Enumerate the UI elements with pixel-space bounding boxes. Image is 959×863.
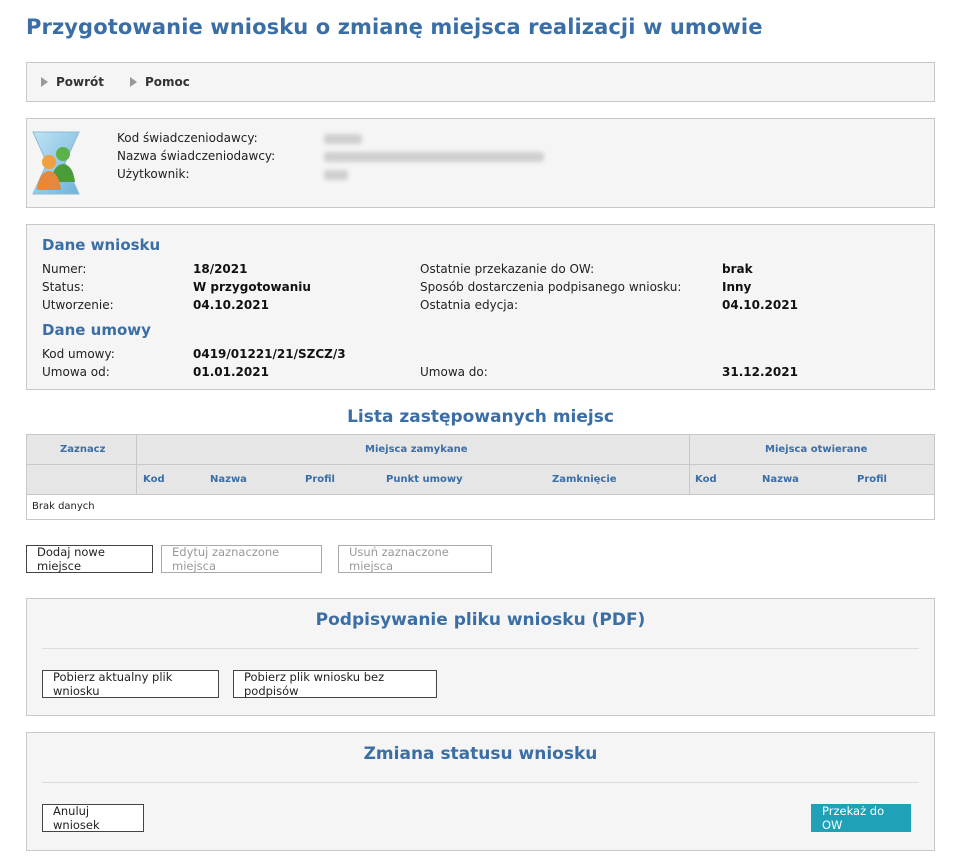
help-link-label: Pomoc xyxy=(145,75,190,89)
table-header-columns: Kod Nazwa Profil Punkt umowy Zamknięcie … xyxy=(27,465,934,495)
last-transfer-label: Ostatnie przekazanie do OW: xyxy=(420,262,595,276)
signing-panel-title: Podpisywanie pliku wniosku (PDF) xyxy=(315,610,646,630)
submit-to-ow-button[interactable]: Przekaż do OW xyxy=(811,804,911,832)
edit-places-button[interactable]: Edytuj zaznaczone miejsca xyxy=(161,545,322,573)
panel-divider xyxy=(42,782,919,783)
col-closed-contract-point[interactable]: Punkt umowy xyxy=(386,474,463,485)
column-divider xyxy=(136,435,137,495)
back-link-label: Powrót xyxy=(56,75,105,89)
number-value: 18/2021 xyxy=(193,262,248,276)
triangle-right-icon xyxy=(130,77,137,87)
remove-places-button[interactable]: Usuń zaznaczone miejsca xyxy=(338,545,492,573)
contract-to-label: Umowa do: xyxy=(420,365,488,379)
provider-name-redacted xyxy=(324,152,544,162)
provider-code-label: Kod świadczeniodawcy: xyxy=(117,131,258,145)
delivery-value: Inny xyxy=(722,280,752,294)
contract-from-label: Umowa od: xyxy=(42,365,110,379)
col-opened-name[interactable]: Nazwa xyxy=(762,474,799,485)
application-details: Dane wniosku Numer: 18/2021 Status: W pr… xyxy=(26,224,935,390)
contract-code-label: Kod umowy: xyxy=(42,347,115,361)
download-unsigned-button[interactable]: Pobierz plik wniosku bez podpisów xyxy=(233,670,437,698)
created-value: 04.10.2021 xyxy=(193,298,269,312)
table-empty-message: Brak danych xyxy=(32,501,95,512)
provider-user-redacted xyxy=(324,170,348,180)
nav-bar: Powrót Pomoc xyxy=(26,62,935,102)
places-table: Zaznacz Miejsca zamykane Miejsca otwiera… xyxy=(26,434,935,520)
application-section-title: Dane wniosku xyxy=(42,236,161,254)
col-select-header[interactable]: Zaznacz xyxy=(60,444,105,455)
status-value: W przygotowaniu xyxy=(193,280,311,294)
number-label: Numer: xyxy=(42,262,87,276)
group-closed-header: Miejsca zamykane xyxy=(365,444,468,455)
contract-section-title: Dane umowy xyxy=(42,321,151,339)
col-closed-closing[interactable]: Zamknięcie xyxy=(552,474,617,485)
contract-code-value: 0419/01221/21/SZCZ/3 xyxy=(193,347,346,361)
provider-user-label: Użytkownik: xyxy=(117,167,190,181)
created-label: Utworzenie: xyxy=(42,298,114,312)
page-title: Przygotowanie wniosku o zmianę miejsca r… xyxy=(26,15,763,39)
col-closed-profile[interactable]: Profil xyxy=(305,474,335,485)
delivery-label: Sposób dostarczenia podpisanego wniosku: xyxy=(420,280,682,294)
col-opened-profile[interactable]: Profil xyxy=(857,474,887,485)
download-current-button[interactable]: Pobierz aktualny plik wniosku xyxy=(42,670,219,698)
status-label: Status: xyxy=(42,280,85,294)
col-closed-name[interactable]: Nazwa xyxy=(210,474,247,485)
provider-name-label: Nazwa świadczeniodawcy: xyxy=(117,149,276,163)
provider-code-redacted xyxy=(324,134,362,144)
contract-from-value: 01.01.2021 xyxy=(193,365,269,379)
triangle-right-icon xyxy=(41,77,48,87)
provider-info: Kod świadczeniodawcy: Nazwa świadczeniod… xyxy=(26,118,935,208)
status-change-panel-title: Zmiana statusu wniosku xyxy=(363,744,598,764)
panel-divider xyxy=(42,648,919,649)
last-transfer-value: brak xyxy=(722,262,753,276)
back-link[interactable]: Powrót xyxy=(41,75,104,89)
status-change-panel: Zmiana statusu wniosku Anuluj wniosek Pr… xyxy=(26,732,935,851)
col-opened-code[interactable]: Kod xyxy=(695,474,717,485)
contract-to-value: 31.12.2021 xyxy=(722,365,798,379)
signing-panel: Podpisywanie pliku wniosku (PDF) Pobierz… xyxy=(26,598,935,716)
add-place-button[interactable]: Dodaj nowe miejsce xyxy=(26,545,153,573)
group-opened-header: Miejsca otwierane xyxy=(765,444,868,455)
help-link[interactable]: Pomoc xyxy=(130,75,190,89)
provider-users-icon xyxy=(32,131,80,195)
last-edit-value: 04.10.2021 xyxy=(722,298,798,312)
cancel-application-button[interactable]: Anuluj wniosek xyxy=(42,804,144,832)
last-edit-label: Ostatnia edycja: xyxy=(420,298,518,312)
places-list-title: Lista zastępowanych miejsc xyxy=(347,407,614,427)
table-header-groups: Zaznacz Miejsca zamykane Miejsca otwiera… xyxy=(27,435,934,465)
col-closed-code[interactable]: Kod xyxy=(143,474,165,485)
column-divider xyxy=(689,435,690,495)
